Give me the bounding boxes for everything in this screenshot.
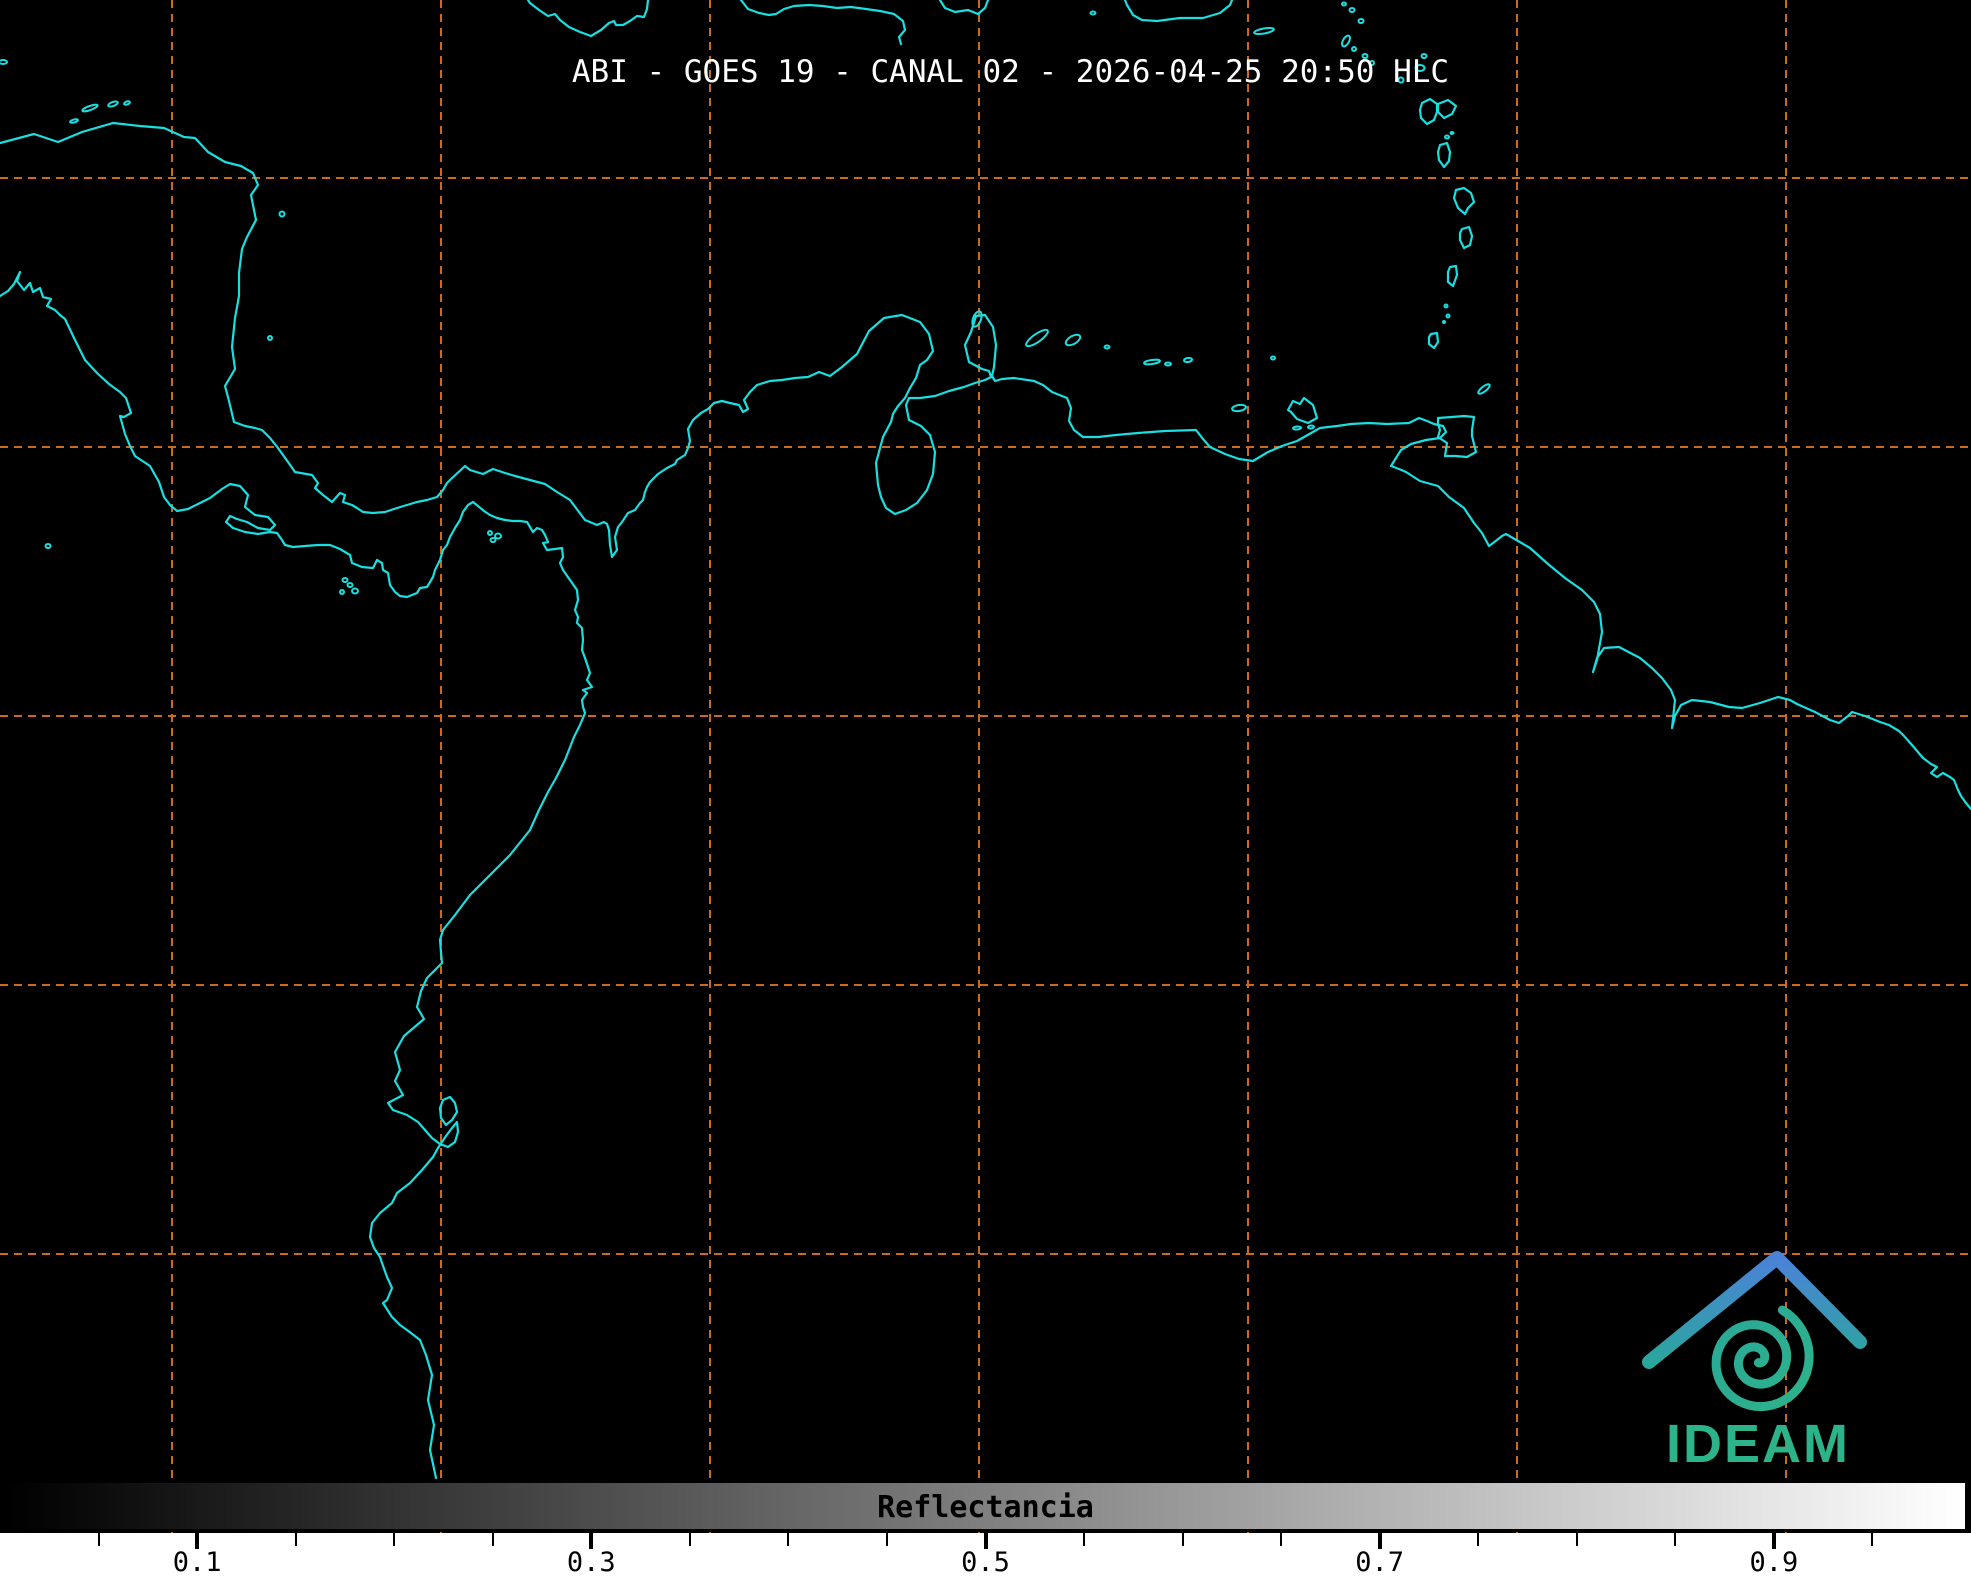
colorbar-minor-tick bbox=[787, 1533, 789, 1546]
island-outline bbox=[1342, 3, 1346, 6]
island-outline bbox=[1165, 363, 1171, 366]
island-outline bbox=[495, 534, 501, 539]
colorbar-tick-label: 0.7 bbox=[1355, 1547, 1404, 1577]
island-outline bbox=[1447, 315, 1450, 318]
colorbar-label: Reflectancia bbox=[0, 1490, 1971, 1525]
island-outline bbox=[1293, 426, 1301, 430]
coastline-path bbox=[940, 0, 988, 14]
logo-text: IDEAM bbox=[1666, 1414, 1850, 1474]
island-outline bbox=[1308, 425, 1314, 429]
island-outline bbox=[348, 583, 353, 587]
coastlines bbox=[0, 0, 1971, 1478]
island-outline bbox=[70, 119, 79, 124]
island-outline bbox=[971, 310, 984, 328]
island-outline bbox=[280, 212, 285, 217]
island-outline bbox=[1105, 346, 1110, 349]
coastline-path bbox=[1288, 398, 1317, 423]
island-outline bbox=[1091, 12, 1096, 15]
island-outline bbox=[491, 538, 496, 542]
island-outline bbox=[1352, 47, 1356, 51]
map-title: ABI - GOES 19 - CANAL 02 - 2026-04-25 20… bbox=[0, 54, 1971, 90]
island-outline bbox=[268, 336, 272, 340]
island-outline bbox=[1443, 321, 1445, 323]
colorbar-minor-tick bbox=[492, 1533, 494, 1546]
island-outline bbox=[82, 103, 98, 112]
island-outline bbox=[1445, 305, 1448, 308]
coastline-path bbox=[1438, 100, 1456, 118]
island-outline bbox=[1350, 8, 1355, 12]
coastline-path bbox=[1438, 416, 1476, 457]
colorbar-minor-tick bbox=[1576, 1533, 1578, 1546]
island-outline bbox=[1254, 27, 1275, 35]
island-outline bbox=[352, 589, 358, 594]
coastline-path bbox=[0, 123, 1971, 809]
colorbar-minor-tick bbox=[1280, 1533, 1282, 1546]
coastline-path bbox=[1438, 143, 1450, 167]
coastline-path bbox=[440, 1097, 457, 1125]
colorbar-minor-tick bbox=[393, 1533, 395, 1546]
colorbar-minor-tick bbox=[1674, 1533, 1676, 1546]
coastline-path bbox=[741, 0, 905, 44]
island-outline bbox=[488, 531, 492, 535]
coastline-path bbox=[528, 0, 648, 36]
coastline-path bbox=[1125, 0, 1232, 21]
island-outline bbox=[1451, 132, 1454, 134]
island-outline bbox=[1359, 19, 1364, 23]
island-outline bbox=[1024, 327, 1050, 348]
colorbar-minor-tick bbox=[295, 1533, 297, 1546]
island-outline bbox=[46, 544, 51, 548]
island-outline bbox=[343, 578, 348, 582]
colorbar-tick-label: 0.5 bbox=[961, 1547, 1010, 1577]
island-outline bbox=[1340, 34, 1351, 47]
satellite-map: IDEAM bbox=[0, 0, 1971, 1577]
coastline-path bbox=[1460, 227, 1472, 248]
island-outline bbox=[108, 100, 119, 107]
island-outline bbox=[1445, 136, 1449, 139]
colorbar-minor-tick bbox=[98, 1533, 100, 1546]
satellite-image-screen: IDEAM ABI - GOES 19 - CANAL 02 - 2026-04… bbox=[0, 0, 1971, 1577]
coastline-path bbox=[1448, 266, 1457, 286]
colorbar-tick-label: 0.1 bbox=[173, 1547, 222, 1577]
colorbar-minor-tick bbox=[1871, 1533, 1873, 1546]
coastline-path bbox=[0, 272, 592, 1478]
logo-hurricane-spiral-icon bbox=[1716, 1310, 1809, 1407]
colorbar-minor-tick bbox=[1182, 1533, 1184, 1546]
island-outline bbox=[1184, 357, 1192, 362]
ideam-logo: IDEAM bbox=[1649, 1258, 1860, 1474]
colorbar-tick-label: 0.3 bbox=[567, 1547, 616, 1577]
island-outline bbox=[1477, 383, 1491, 396]
colorbar-minor-tick bbox=[1083, 1533, 1085, 1546]
colorbar-minor-tick bbox=[886, 1533, 888, 1546]
island-outline bbox=[124, 101, 131, 106]
coastline-path bbox=[1454, 188, 1474, 214]
colorbar-minor-tick bbox=[689, 1533, 691, 1546]
coastline-path bbox=[1420, 99, 1437, 124]
colorbar-minor-tick bbox=[1477, 1533, 1479, 1546]
coastline-path bbox=[1429, 333, 1438, 348]
island-outline bbox=[1064, 333, 1082, 348]
colorbar-tick-label: 0.9 bbox=[1750, 1547, 1799, 1577]
island-outline bbox=[340, 590, 344, 594]
colorbar-axis: 0.1 0.3 0.5 0.7 0.9 bbox=[0, 1533, 1971, 1577]
island-outline bbox=[1144, 359, 1160, 365]
island-outline bbox=[1271, 357, 1275, 360]
islands bbox=[0, 3, 1491, 595]
island-outline bbox=[1232, 404, 1247, 412]
